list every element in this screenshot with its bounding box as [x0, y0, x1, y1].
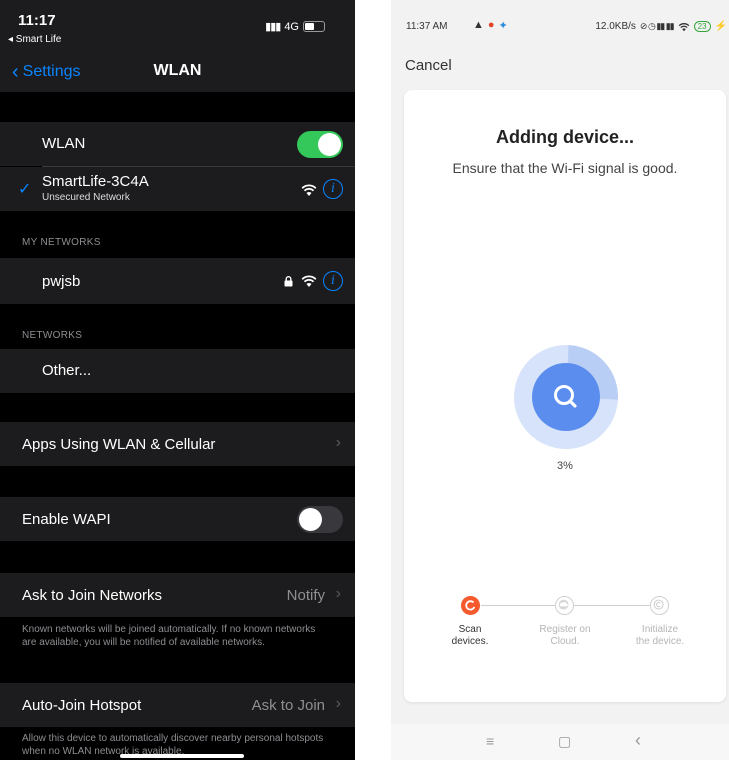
home-indicator[interactable] [120, 754, 244, 758]
progress-ring-inner [532, 363, 600, 431]
enable-wapi-label: Enable WAPI [22, 511, 111, 528]
card-title: Adding device... [495, 127, 635, 147]
wlan-toggle[interactable] [297, 131, 343, 158]
ios-wlan-settings: 11:17 ◂ Smart Life ▮▮▮ 4G ‹ Settings WLA… [0, 0, 355, 760]
wlan-label: WLAN [42, 135, 86, 152]
step-connector [574, 605, 650, 606]
warning-icon: ▲ [473, 19, 484, 31]
network-type: 4G [284, 20, 299, 33]
app-notification-icon: ● [487, 19, 495, 31]
section-header-my-networks: MY NETWORKS [22, 237, 101, 248]
network-row-pwjsb[interactable]: pwjsb i [0, 258, 355, 304]
progress-percent: 3% [557, 460, 573, 472]
step-label-scan: Scan devices. [430, 624, 510, 648]
battery-icon [303, 21, 325, 32]
status-bar: 11:17 ◂ Smart Life ▮▮▮ 4G [0, 0, 355, 56]
status-time: 11:37 AM [406, 21, 448, 32]
cancel-button[interactable]: Cancel [405, 57, 452, 74]
other-network-row[interactable]: Other... [0, 349, 355, 393]
auto-join-hotspot-row[interactable]: Auto-Join Hotspot Ask to Join › [0, 683, 355, 727]
info-icon[interactable]: i [323, 271, 343, 291]
page-title: WLAN [153, 62, 202, 79]
init-icon [653, 599, 664, 610]
section-header-networks: NETWORKS [22, 330, 83, 341]
wifi-icon [301, 275, 317, 287]
step-indicator-initialize [650, 596, 669, 615]
step-label-line: Cloud. [550, 636, 580, 647]
enable-wapi-row: Enable WAPI [0, 497, 355, 541]
auto-join-hotspot-value: Ask to Join [251, 697, 325, 714]
menu-button[interactable]: ≡ [486, 733, 494, 749]
step-connector [481, 605, 555, 606]
app-notification-icon: ✦ [498, 20, 508, 32]
lock-icon [284, 276, 293, 287]
status-time: 11:17 [18, 12, 56, 29]
connected-network-row[interactable]: ✓ SmartLife-3C4A Unsecured Network i [0, 167, 355, 211]
step-indicator-scan [461, 596, 480, 615]
progress-steps: Scan devices. Register on Cloud. Initial… [404, 595, 726, 665]
wifi-icon [301, 184, 317, 196]
wifi-icon [678, 22, 689, 31]
notification-icons: ▲ ● ✦ [473, 19, 508, 32]
info-icon[interactable]: i [323, 179, 343, 199]
step-label-line: the device. [635, 636, 685, 647]
home-button[interactable]: ▢ [558, 733, 571, 750]
status-bar: 11:37 AM ▲ ● ✦ 12.0KB/s ⊘ ◷ ▮▮ ▮▮ 23 ⚡ [391, 0, 729, 48]
checkmark-icon: ✓ [18, 181, 32, 198]
step-label-line: Register on [539, 624, 591, 635]
chevron-right-icon: › [335, 585, 341, 602]
network-speed: 12.0KB/s [595, 21, 636, 32]
ask-to-join-footnote: Known networks will be joined automatica… [22, 624, 316, 648]
android-nav-bar: ≡ ▢ ‹ [391, 724, 729, 760]
other-network-label: Other... [42, 362, 92, 379]
step-label-line: Scan [458, 624, 482, 635]
ask-to-join-value: Notify [286, 587, 325, 604]
wapi-toggle[interactable] [297, 506, 343, 533]
signal-icon: ⊘ ◷ ▮▮ ▮▮ [639, 21, 675, 31]
auto-join-hotspot-label: Auto-Join Hotspot [22, 697, 142, 714]
nav-bar: ‹ Settings WLAN [0, 56, 355, 92]
progress-ring [514, 345, 618, 449]
adding-device-card: Adding device... Ensure that the Wi-Fi s… [404, 90, 726, 702]
ask-to-join-label: Ask to Join Networks [22, 587, 163, 604]
network-name: pwjsb [42, 273, 81, 290]
back-to-app-link[interactable]: ◂ Smart Life [8, 34, 61, 45]
chevron-right-icon: › [335, 434, 341, 451]
back-button[interactable]: ‹ [635, 730, 641, 751]
step-indicator-register [555, 596, 574, 615]
step-label-line: Initialize [641, 624, 679, 635]
apps-using-wlan-label: Apps Using WLAN & Cellular [22, 436, 216, 453]
connected-network-subtitle: Unsecured Network [42, 192, 130, 203]
ask-to-join-row[interactable]: Ask to Join Networks Notify › [0, 573, 355, 617]
refresh-icon [465, 600, 476, 611]
cloud-icon [558, 599, 569, 610]
apps-using-wlan-row[interactable]: Apps Using WLAN & Cellular › [0, 422, 355, 466]
battery-icon: 23 [693, 21, 711, 32]
card-subtitle: Ensure that the Wi-Fi signal is good. [452, 160, 678, 176]
charging-icon: ⚡ [714, 21, 727, 32]
system-status-icons: 12.0KB/s ⊘ ◷ ▮▮ ▮▮ 23 ⚡ [595, 21, 727, 32]
screen: 11:17 ◂ Smart Life ▮▮▮ 4G ‹ Settings WLA… [0, 0, 729, 760]
chevron-right-icon: › [335, 695, 341, 712]
step-label-register: Register on Cloud. [525, 624, 605, 648]
connected-network-name: SmartLife-3C4A [42, 173, 149, 190]
signal-status: ▮▮▮ 4G [265, 20, 325, 33]
step-label-line: devices. [451, 636, 489, 647]
android-adding-device: 11:37 AM ▲ ● ✦ 12.0KB/s ⊘ ◷ ▮▮ ▮▮ 23 ⚡ C… [391, 0, 729, 760]
wlan-toggle-row: WLAN [0, 122, 355, 166]
step-label-initialize: Initialize the device. [620, 624, 700, 648]
signal-bars-icon: ▮▮▮ [265, 21, 281, 33]
